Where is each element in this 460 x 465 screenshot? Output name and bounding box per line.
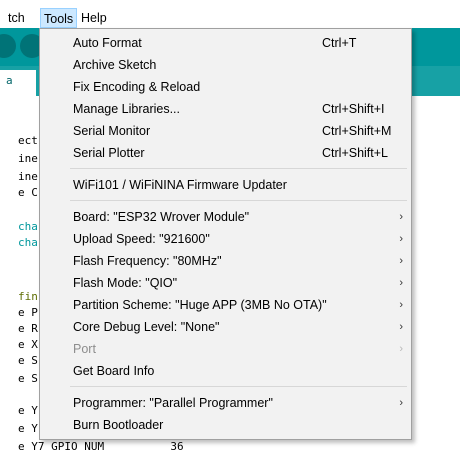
menu-bar: tch Tools Help (0, 0, 460, 28)
menu-item-label: Port (73, 342, 96, 356)
chevron-right-icon: › (399, 211, 403, 223)
code-line: cha (18, 236, 38, 249)
menu-item-partition-scheme[interactable]: Partition Scheme: "Huge APP (3MB No OTA)… (40, 294, 411, 316)
menu-item-label: WiFi101 / WiFiNINA Firmware Updater (73, 178, 287, 192)
menu-sketch[interactable]: tch (8, 8, 28, 28)
code-line: e Y (18, 404, 38, 417)
code-line: e P (18, 306, 38, 319)
tab-sketch[interactable]: a (0, 70, 36, 96)
menu-separator (70, 386, 407, 387)
menu-item-shortcut: Ctrl+Shift+L (322, 146, 389, 160)
menu-item-label: Auto Format (73, 36, 142, 50)
menu-item-label: Partition Scheme: "Huge APP (3MB No OTA)… (73, 298, 327, 312)
menu-item-fix-encoding[interactable]: Fix Encoding & Reload (40, 76, 411, 98)
code-line: e Y7 GPIO NUM 36 (18, 440, 184, 453)
menu-item-label: Core Debug Level: "None" (73, 320, 220, 334)
menu-item-core-debug-level[interactable]: Core Debug Level: "None" › (40, 316, 411, 338)
menu-item-burn-bootloader[interactable]: Burn Bootloader (40, 414, 411, 436)
menu-item-flash-frequency[interactable]: Flash Frequency: "80MHz" › (40, 250, 411, 272)
menu-item-shortcut: Ctrl+Shift+I (322, 102, 385, 116)
menu-item-auto-format[interactable]: Auto Format Ctrl+T (40, 32, 411, 54)
chevron-right-icon: › (399, 277, 403, 289)
code-line: e C (18, 186, 38, 199)
code-line: cha (18, 220, 38, 233)
tools-dropdown: Auto Format Ctrl+T Archive Sketch Fix En… (39, 28, 412, 440)
menu-item-label: Upload Speed: "921600" (73, 232, 210, 246)
menu-item-archive-sketch[interactable]: Archive Sketch (40, 54, 411, 76)
code-line: e X (18, 338, 38, 351)
menu-item-label: Flash Frequency: "80MHz" (73, 254, 222, 268)
chevron-right-icon: › (399, 255, 403, 267)
menu-item-label: Get Board Info (73, 364, 155, 378)
menu-item-shortcut: Ctrl+Shift+M (322, 124, 392, 138)
menu-item-label: Board: "ESP32 Wrover Module" (73, 210, 250, 224)
menu-item-manage-libraries[interactable]: Manage Libraries... Ctrl+Shift+I (40, 98, 411, 120)
menu-item-label: Burn Bootloader (73, 418, 164, 432)
chevron-right-icon: › (399, 321, 403, 333)
menu-item-label: Serial Plotter (73, 146, 145, 160)
chevron-right-icon: › (399, 299, 403, 311)
menu-item-serial-plotter[interactable]: Serial Plotter Ctrl+Shift+L (40, 142, 411, 164)
code-line: fin (18, 290, 38, 303)
menu-item-shortcut: Ctrl+T (322, 36, 357, 50)
menu-separator (70, 168, 407, 169)
menu-tools[interactable]: Tools (40, 8, 78, 28)
menu-item-label: Serial Monitor (73, 124, 151, 138)
code-line: ine (18, 152, 38, 165)
menu-item-label: Flash Mode: "QIO" (73, 276, 178, 290)
code-line: ine (18, 170, 38, 183)
code-line: e R (18, 322, 38, 335)
chevron-right-icon: › (399, 343, 403, 355)
code-line: ect (18, 134, 38, 147)
menu-item-label: Programmer: "Parallel Programmer" (73, 396, 273, 410)
chevron-right-icon: › (399, 397, 403, 409)
menu-item-label: Fix Encoding & Reload (73, 80, 201, 94)
menu-item-board[interactable]: Board: "ESP32 Wrover Module" › (40, 206, 411, 228)
menu-separator (70, 200, 407, 201)
menu-item-firmware-updater[interactable]: WiFi101 / WiFiNINA Firmware Updater (40, 174, 411, 196)
chevron-right-icon: › (399, 233, 403, 245)
menu-help[interactable]: Help (78, 8, 110, 28)
menu-item-get-board-info[interactable]: Get Board Info (40, 360, 411, 382)
menu-item-programmer[interactable]: Programmer: "Parallel Programmer" › (40, 392, 411, 414)
menu-item-label: Archive Sketch (73, 58, 157, 72)
code-line: e S (18, 372, 38, 385)
code-line: e Y (18, 422, 38, 435)
menu-item-upload-speed[interactable]: Upload Speed: "921600" › (40, 228, 411, 250)
toolbar-button[interactable] (0, 34, 16, 58)
code-line: e S (18, 354, 38, 367)
menu-item-flash-mode[interactable]: Flash Mode: "QIO" › (40, 272, 411, 294)
menu-item-serial-monitor[interactable]: Serial Monitor Ctrl+Shift+M (40, 120, 411, 142)
menu-item-label: Manage Libraries... (73, 102, 181, 116)
menu-item-port: Port › (40, 338, 411, 360)
